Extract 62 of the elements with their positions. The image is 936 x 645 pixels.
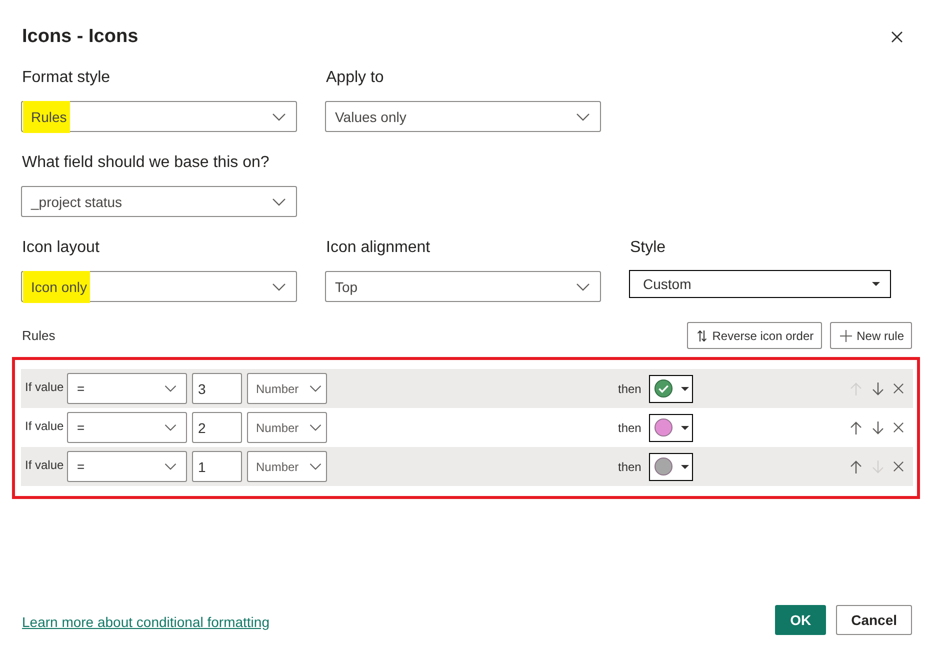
dropdown[interactable]: Icon only xyxy=(21,271,297,302)
caret-down-icon xyxy=(681,464,690,468)
close-icon[interactable] xyxy=(891,31,903,43)
field-label: Icon layout xyxy=(22,238,100,258)
dropdown[interactable]: Rules xyxy=(21,101,297,132)
type-dropdown[interactable]: Number xyxy=(247,451,327,482)
condition-label: If value xyxy=(25,380,63,394)
x-icon[interactable] xyxy=(893,383,904,394)
sort-arrows-icon xyxy=(697,330,708,342)
chevron-down-icon xyxy=(272,112,286,120)
chevron-down-icon xyxy=(272,282,286,290)
value-field[interactable]: 2 xyxy=(192,412,242,443)
combo-box[interactable]: Custom xyxy=(629,270,891,298)
icon-picker[interactable] xyxy=(649,414,694,442)
arrow-up-icon[interactable] xyxy=(849,460,863,474)
field-label: Style xyxy=(630,238,666,258)
reverse-order-button[interactable]: Reverse icon order xyxy=(687,322,822,349)
value-field[interactable]: 1 xyxy=(192,451,242,482)
type-dropdown[interactable]: Number xyxy=(247,412,327,443)
chevron-down-icon xyxy=(164,385,177,392)
field-label: What field should we base this on? xyxy=(22,153,270,173)
type-dropdown[interactable]: Number xyxy=(247,373,327,404)
chevron-down-icon xyxy=(576,112,590,120)
x-icon[interactable] xyxy=(893,422,904,433)
arrow-up-icon[interactable] xyxy=(849,420,863,434)
arrow-down-icon[interactable] xyxy=(871,420,885,434)
condition-label: If value xyxy=(25,458,63,472)
chevron-down-icon xyxy=(576,282,590,290)
icon-picker[interactable] xyxy=(649,374,694,402)
then-label: then xyxy=(618,460,642,474)
caret-down-icon xyxy=(872,282,880,286)
operator-dropdown[interactable]: = xyxy=(67,412,187,443)
dropdown[interactable]: _project status xyxy=(21,186,297,217)
chevron-down-icon xyxy=(272,198,286,206)
x-icon[interactable] xyxy=(893,461,904,472)
plus-icon xyxy=(840,330,852,342)
cancel-button[interactable]: Cancel xyxy=(836,605,912,635)
field-label: Format style xyxy=(22,68,110,88)
chevron-down-icon xyxy=(164,463,177,470)
arrow-down-icon[interactable] xyxy=(871,382,885,396)
condition-label: If value xyxy=(25,419,63,433)
ok-button[interactable]: OK xyxy=(775,605,826,635)
chevron-down-icon xyxy=(309,385,322,392)
operator-dropdown[interactable]: = xyxy=(67,373,187,404)
then-label: then xyxy=(618,420,642,434)
chevron-down-icon xyxy=(309,463,322,470)
help-link[interactable]: Learn more about conditional formatting xyxy=(22,614,270,630)
then-label: then xyxy=(618,382,642,396)
caret-down-icon xyxy=(681,386,690,390)
field-label: Icon alignment xyxy=(326,238,430,258)
section-label: Rules xyxy=(22,328,56,343)
caret-down-icon xyxy=(681,426,690,430)
chevron-down-icon xyxy=(309,424,322,431)
field-label: Apply to xyxy=(326,68,384,88)
value-field[interactable]: 3 xyxy=(192,373,242,404)
dialog-title: Icons - Icons xyxy=(22,25,138,49)
new-rule-button[interactable]: New rule xyxy=(830,322,912,349)
dropdown[interactable]: Top xyxy=(325,271,601,302)
icon-picker[interactable] xyxy=(649,452,694,480)
dropdown[interactable]: Values only xyxy=(325,101,601,132)
chevron-down-icon xyxy=(164,424,177,431)
operator-dropdown[interactable]: = xyxy=(67,451,187,482)
